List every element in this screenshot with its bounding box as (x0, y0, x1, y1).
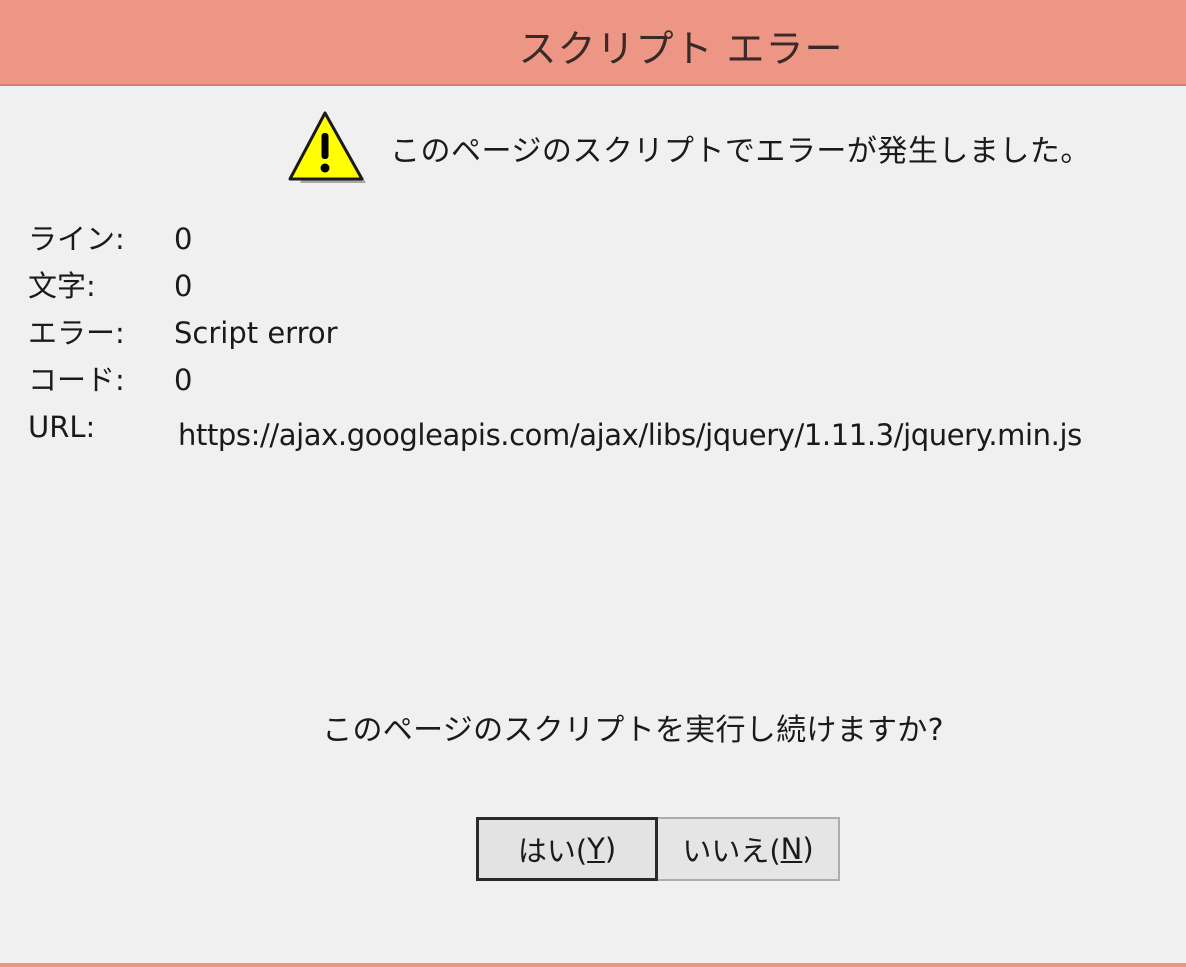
url-value: https://ajax.googleapis.com/ajax/libs/jq… (178, 418, 1082, 452)
error-details: ライン: 0 文字: 0 エラー: Script error コード: 0 UR… (28, 216, 1082, 452)
continue-question: このページのスクリプトを実行し続けますか? (322, 713, 944, 748)
detail-row-line: ライン: 0 (28, 216, 1082, 263)
yes-button-mnemonic: Y (587, 832, 605, 866)
no-button[interactable]: いいえ(N) (658, 817, 840, 881)
script-error-dialog: スクリプト エラー このページのスクリプトでエラーが発生しました。 ライン: 0… (0, 0, 1186, 967)
detail-row-code: コード: 0 (28, 357, 1082, 404)
code-value: 0 (174, 363, 193, 397)
yes-button-label: はい( (517, 834, 588, 868)
char-label: 文字: (28, 269, 96, 303)
detail-row-url: URL: https://ajax.googleapis.com/ajax/li… (28, 404, 1082, 452)
char-value: 0 (174, 269, 193, 303)
no-button-label: いいえ( (682, 834, 781, 868)
detail-row-error: エラー: Script error (28, 310, 1082, 357)
code-label: コード: (28, 363, 125, 397)
error-message-row: このページのスクリプトでエラーが発生しました。 (286, 108, 1091, 188)
dialog-buttons: はい(Y) いいえ(N) (476, 817, 840, 881)
url-label: URL: (28, 410, 96, 444)
error-label: エラー: (28, 316, 125, 350)
yes-button[interactable]: はい(Y) (476, 817, 658, 881)
title-bar[interactable]: スクリプト エラー (0, 0, 1186, 86)
no-button-mnemonic: N (780, 832, 803, 866)
warning-icon (288, 111, 366, 183)
detail-row-char: 文字: 0 (28, 263, 1082, 310)
error-message-text: このページのスクリプトでエラーが発生しました。 (390, 134, 1091, 169)
yes-button-suffix: ) (604, 832, 617, 866)
line-value: 0 (174, 222, 193, 256)
window-bottom-border (0, 963, 1186, 967)
error-value: Script error (174, 316, 338, 350)
no-button-suffix: ) (802, 832, 814, 866)
line-label: ライン: (28, 222, 125, 256)
dialog-title: スクリプト エラー (518, 27, 844, 71)
